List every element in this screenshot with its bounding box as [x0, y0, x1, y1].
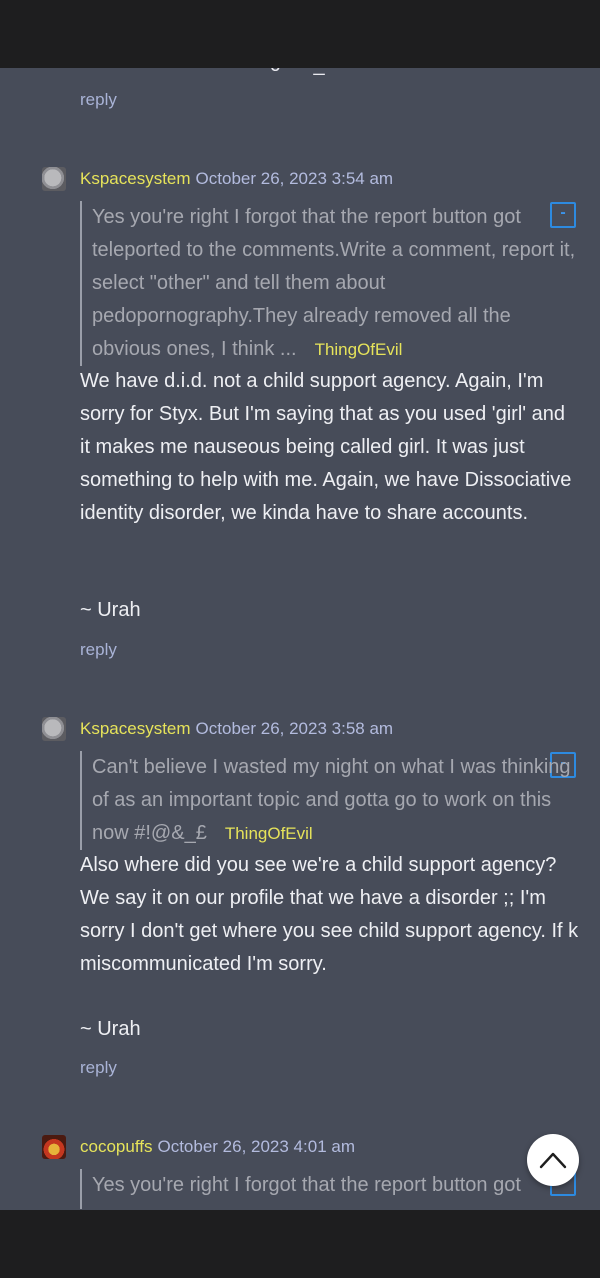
quote-author[interactable]: ThingOfEvil — [225, 824, 313, 843]
quote-text: Yes you're right I forgot that the repor… — [92, 1174, 521, 1196]
status-bar — [0, 0, 600, 68]
quote-text: Can't believe I wasted my night on what … — [92, 756, 571, 844]
quoted-comment: Can't believe I wasted my night on what … — [80, 751, 582, 850]
comment-date[interactable]: October 26, 2023 3:58 am — [196, 719, 394, 739]
comment-author[interactable]: Kspacesystem — [80, 169, 191, 189]
comment-body: Also where did you see we're a child sup… — [80, 854, 579, 975]
avatar[interactable] — [42, 167, 66, 191]
quote-text: Yes you're right I forgot that the repor… — [92, 206, 576, 360]
comment-header: cocopuffs October 26, 2023 4:01 am — [42, 1135, 355, 1159]
comment-date[interactable]: October 26, 2023 4:01 am — [157, 1137, 355, 1157]
navigation-bar — [0, 1210, 600, 1278]
reply-link[interactable]: reply — [80, 90, 117, 110]
quoted-comment: Yes you're right I forgot that the repor… — [80, 1169, 582, 1209]
avatar[interactable] — [42, 1135, 66, 1159]
comment-header: Kspacesystem October 26, 2023 3:54 am — [42, 167, 393, 191]
comment-author[interactable]: Kspacesystem — [80, 719, 191, 739]
reply-link[interactable]: reply — [80, 1058, 117, 1078]
reply-link[interactable]: reply — [80, 640, 117, 660]
chevron-up-icon — [539, 1152, 567, 1169]
avatar[interactable] — [42, 717, 66, 741]
comment-author[interactable]: cocopuffs — [80, 1137, 152, 1157]
comment-body: We have d.i.d. not a child support agenc… — [80, 370, 572, 524]
quoted-comment: Yes you're right I forgot that the repor… — [80, 201, 582, 366]
comment-signature: ~ Urah — [80, 599, 141, 621]
comment-header: Kspacesystem October 26, 2023 3:58 am — [42, 717, 393, 741]
quote-author[interactable]: ThingOfEvil — [315, 340, 403, 359]
scroll-to-top-button[interactable] — [527, 1134, 579, 1186]
comment-date[interactable]: October 26, 2023 3:54 am — [196, 169, 394, 189]
comment-signature: ~ Urah — [80, 1018, 141, 1040]
